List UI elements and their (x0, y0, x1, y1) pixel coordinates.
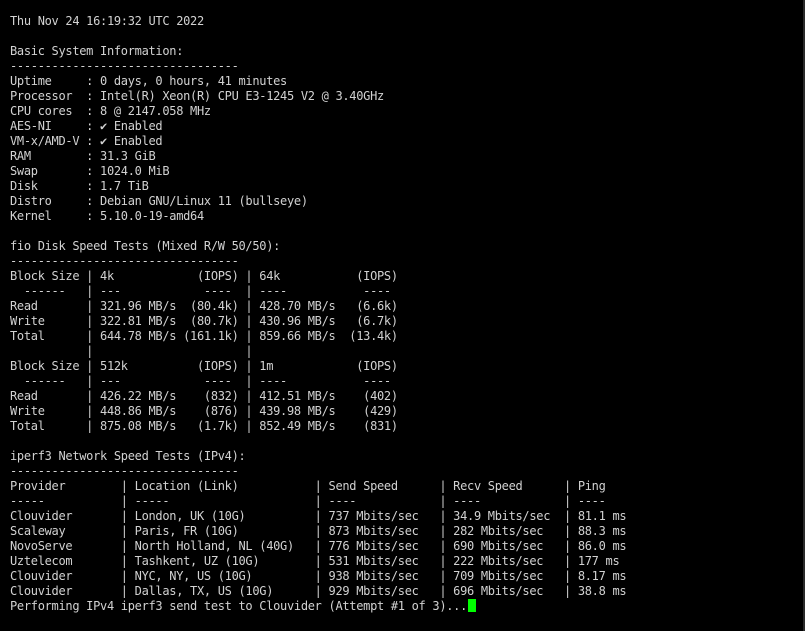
terminal-line: Clouvider | NYC, NY, US (10G) | 938 Mbit… (10, 569, 627, 583)
terminal-line: Total | 644.78 MB/s (161.1k) | 859.66 MB… (10, 329, 398, 343)
terminal-line: Thu Nov 24 16:19:32 UTC 2022 (10, 14, 204, 28)
terminal-line: --------------------------------- (10, 254, 239, 268)
terminal-line: Scaleway | Paris, FR (10G) | 873 Mbits/s… (10, 524, 627, 538)
terminal-line: Block Size | 4k (IOPS) | 64k (IOPS) (10, 269, 398, 283)
terminal-status-line: Performing IPv4 iperf3 send test to Clou… (10, 599, 626, 614)
terminal-line: iperf3 Network Speed Tests (IPv4): (10, 449, 246, 463)
terminal-line: Read | 426.22 MB/s (832) | 412.51 MB/s (… (10, 389, 398, 403)
terminal-line: Uptime : 0 days, 0 hours, 41 minutes (10, 74, 287, 88)
terminal-line: Processor : Intel(R) Xeon(R) CPU E3-1245… (10, 89, 384, 103)
terminal-line: Distro : Debian GNU/Linux 11 (bullseye) (10, 194, 308, 208)
terminal-line: ----- | ----- | ---- | ---- | ---- (10, 494, 606, 508)
terminal-line: CPU cores : 8 @ 2147.058 MHz (10, 104, 211, 118)
terminal-line: ------ | --- ---- | ---- ---- (10, 374, 391, 388)
terminal-line: --------------------------------- (10, 59, 239, 73)
terminal-line: fio Disk Speed Tests (Mixed R/W 50/50): (10, 239, 281, 253)
terminal-line: Uztelecom | Tashkent, UZ (10G) | 531 Mbi… (10, 554, 620, 568)
terminal-window[interactable]: Thu Nov 24 16:19:32 UTC 2022 Basic System… (0, 0, 805, 631)
terminal-line: ------ | --- ---- | ---- ---- (10, 284, 391, 298)
terminal-line: Block Size | 512k (IOPS) | 1m (IOPS) (10, 359, 398, 373)
terminal-cursor (468, 599, 477, 612)
terminal-line: Clouvider | Dallas, TX, US (10G) | 929 M… (10, 584, 627, 598)
terminal-output: Thu Nov 24 16:19:32 UTC 2022 Basic System… (10, 14, 627, 614)
terminal-line: AES-NI : ✔ Enabled (10, 119, 163, 133)
terminal-line: Write | 322.81 MB/s (80.7k) | 430.96 MB/… (10, 314, 398, 328)
terminal-line: Kernel : 5.10.0-19-amd64 (10, 209, 204, 223)
terminal-line: Provider | Location (Link) | Send Speed … (10, 479, 606, 493)
terminal-line: NovoServe | North Holland, NL (40G) | 77… (10, 539, 627, 553)
terminal-line: | | (10, 344, 253, 358)
terminal-line: Clouvider | London, UK (10G) | 737 Mbits… (10, 509, 627, 523)
terminal-line: Write | 448.86 MB/s (876) | 439.98 MB/s … (10, 404, 398, 418)
status-text: Performing IPv4 iperf3 send test to Clou… (10, 599, 468, 613)
terminal-line: RAM : 31.3 GiB (10, 149, 156, 163)
terminal-line: Basic System Information: (10, 44, 184, 58)
terminal-line: Total | 875.08 MB/s (1.7k) | 852.49 MB/s… (10, 419, 398, 433)
terminal-line: VM-x/AMD-V : ✔ Enabled (10, 134, 163, 148)
terminal-line: Disk : 1.7 TiB (10, 179, 149, 193)
terminal-line: --------------------------------- (10, 464, 239, 478)
terminal-line: Swap : 1024.0 MiB (10, 164, 170, 178)
terminal-line: Read | 321.96 MB/s (80.4k) | 428.70 MB/s… (10, 299, 398, 313)
